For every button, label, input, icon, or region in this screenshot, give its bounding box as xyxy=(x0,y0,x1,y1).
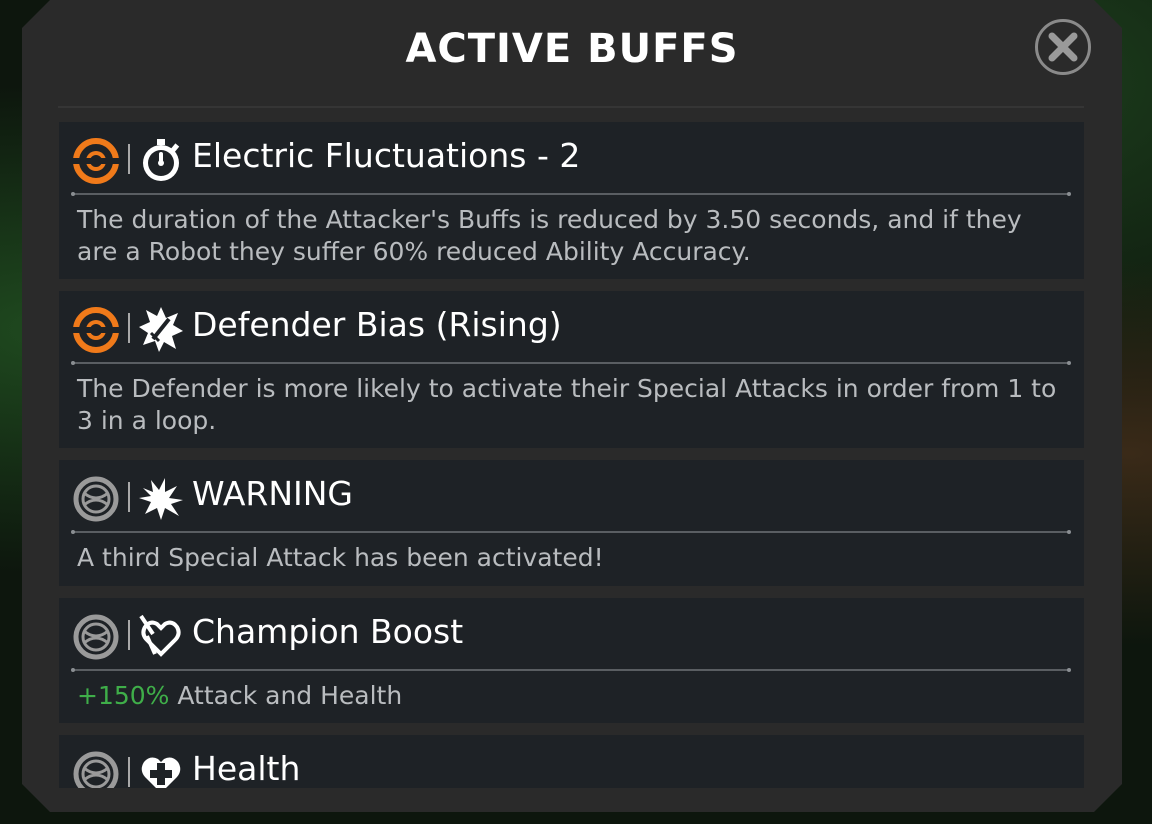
orange-target-icon xyxy=(72,307,120,353)
buff-list[interactable]: Electric Fluctuations - 2 The duration o… xyxy=(59,122,1084,788)
buff-name: Defender Bias (Rising) xyxy=(192,305,562,344)
close-button[interactable] xyxy=(1035,19,1091,75)
buff-card-defender-bias[interactable]: Defender Bias (Rising) The Defender is m… xyxy=(59,291,1084,448)
buff-card-health[interactable]: Health xyxy=(59,735,1084,788)
heart-plus-icon xyxy=(141,757,181,788)
buff-description: A third Special Attack has been activate… xyxy=(77,543,604,572)
burst-sword-icon xyxy=(139,307,183,352)
separator xyxy=(128,144,130,174)
buff-name: Electric Fluctuations - 2 xyxy=(192,136,581,175)
separator xyxy=(128,757,130,787)
card-divider xyxy=(71,192,1071,196)
buff-name: Health xyxy=(192,749,301,788)
buff-card-electric-fluctuations[interactable]: Electric Fluctuations - 2 The duration o… xyxy=(59,122,1084,279)
stopwatch-icon xyxy=(143,139,180,181)
buff-description: The Defender is more likely to activate … xyxy=(77,374,1057,435)
separator xyxy=(128,620,130,650)
dialog-title: ACTIVE BUFFS xyxy=(405,26,739,72)
gray-globe-icon xyxy=(73,476,119,522)
card-divider xyxy=(71,530,1071,534)
buff-name: Champion Boost xyxy=(192,612,464,651)
separator xyxy=(128,482,130,512)
buff-description: The duration of the Attacker's Buffs is … xyxy=(77,205,1022,266)
card-divider xyxy=(71,361,1071,365)
buff-card-warning[interactable]: WARNING A third Special Attack has been … xyxy=(59,460,1084,586)
buff-name: WARNING xyxy=(192,474,354,513)
explosion-icon xyxy=(139,478,183,520)
buff-description: +150% Attack and Health xyxy=(77,680,1067,712)
boost-text: Attack and Health xyxy=(169,681,403,710)
card-divider xyxy=(71,668,1071,672)
gray-globe-icon xyxy=(73,751,119,788)
boost-value: +150% xyxy=(77,681,170,710)
heart-sword-icon xyxy=(139,614,181,657)
orange-target-icon xyxy=(72,138,120,184)
active-buffs-dialog: ACTIVE BUFFS Electric Fluctuations - 2 T… xyxy=(22,0,1122,812)
gray-globe-icon xyxy=(73,614,119,660)
close-icon xyxy=(1048,32,1078,62)
buff-card-champion-boost[interactable]: Champion Boost +150% Attack and Health xyxy=(59,598,1084,723)
separator xyxy=(128,313,130,343)
title-divider xyxy=(58,106,1084,108)
